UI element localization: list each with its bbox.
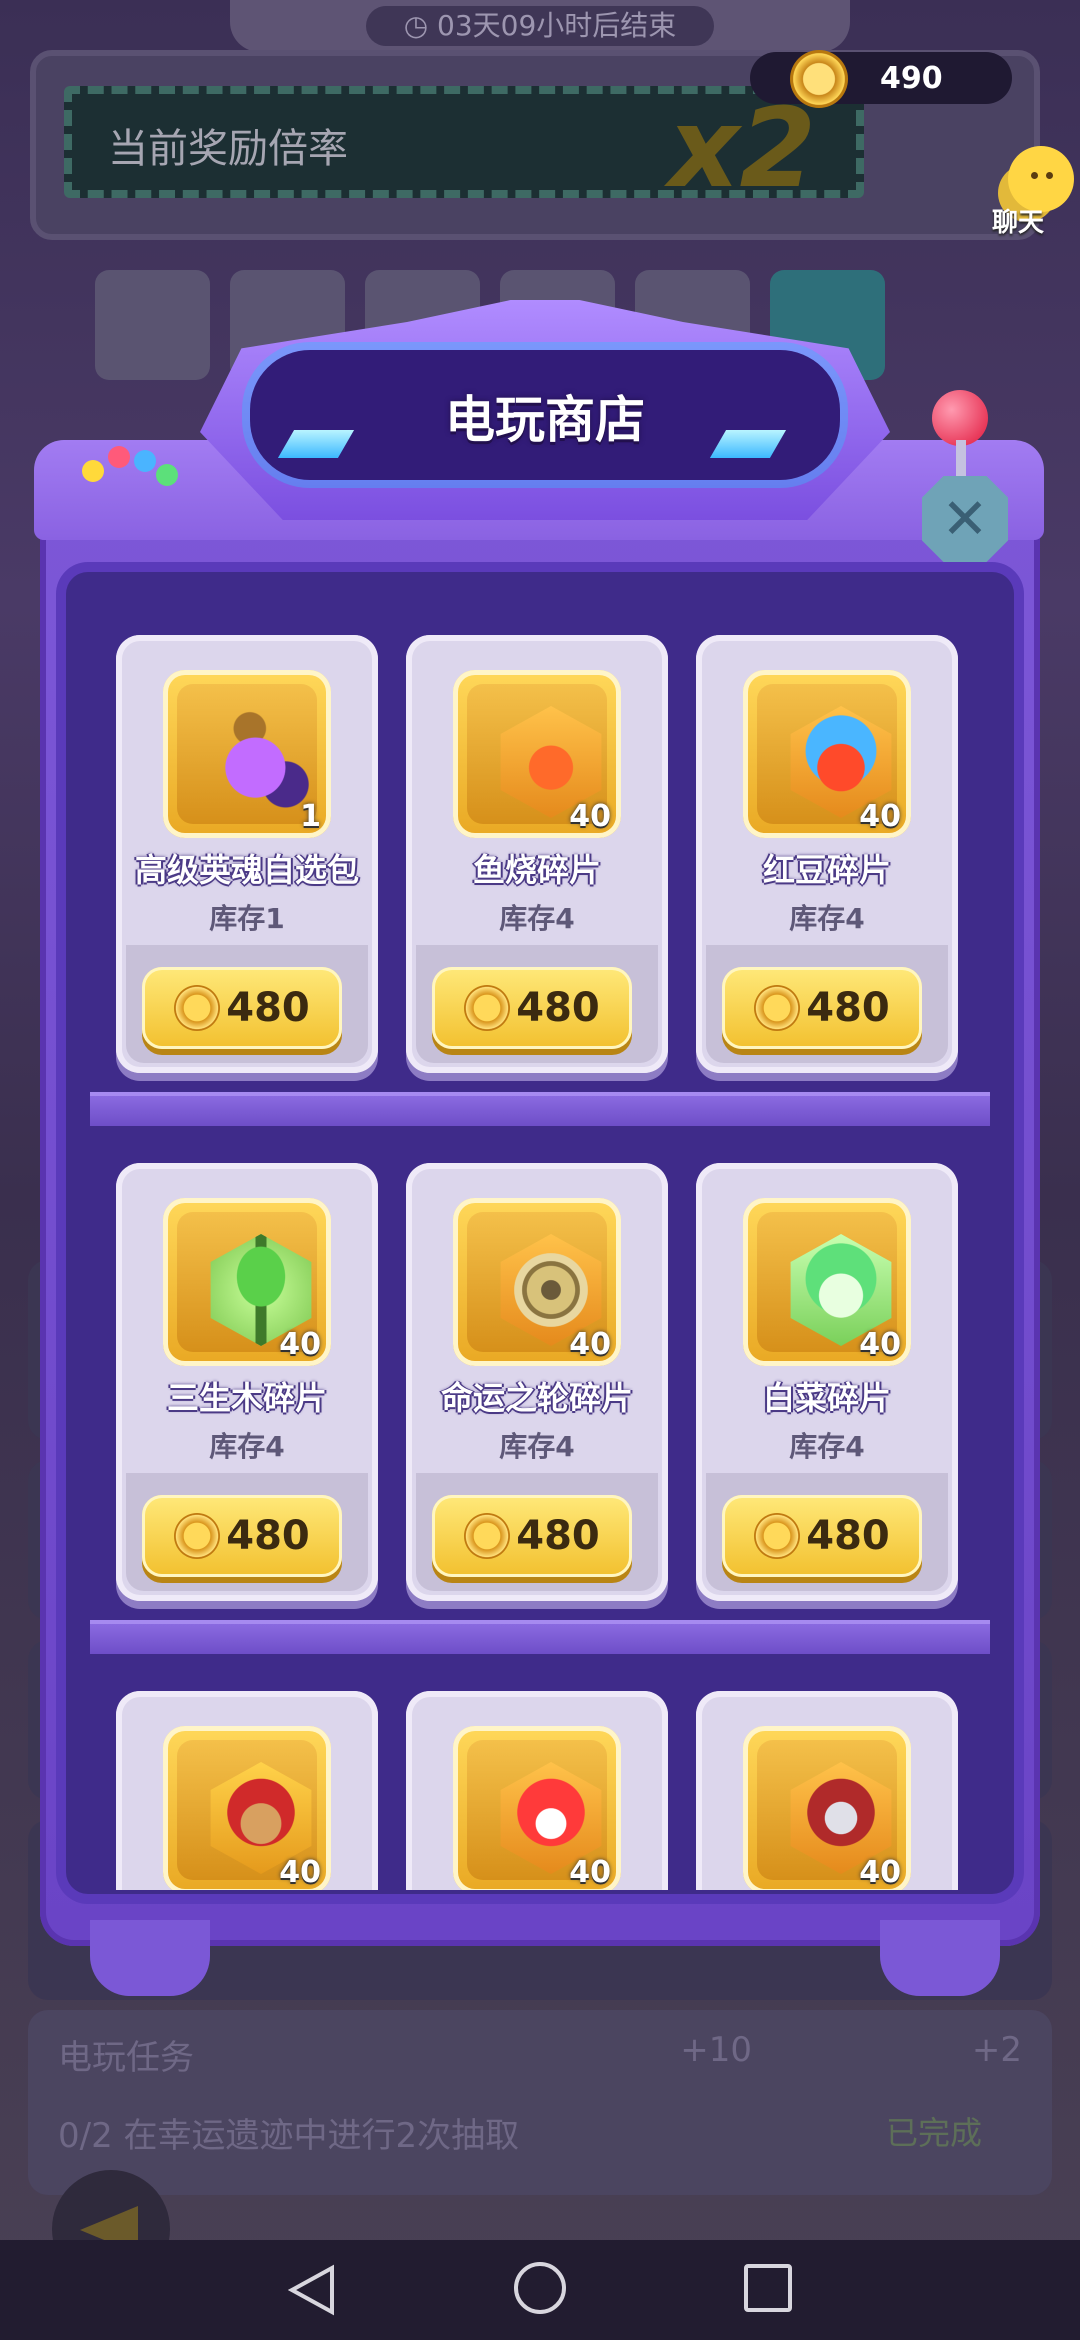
coin-icon [754, 985, 801, 1031]
item-name: 高级英魂自选包 [134, 851, 359, 889]
shop-item-grid[interactable]: 1 高级英魂自选包 库存1 480 40 鱼烧碎片 库存4 480 40 红豆碎片 库存4 480 40… [86, 600, 994, 1890]
item-quantity: 1 [300, 799, 321, 834]
item-icon-frame: 40 [163, 1726, 331, 1890]
rate-label: 当前奖励倍率 [108, 126, 348, 172]
nav-recents-icon[interactable] [744, 2264, 792, 2312]
coin-amount: 490 [880, 61, 943, 96]
close-icon: ✕ [941, 486, 989, 552]
reward-rate-display: 当前奖励倍率 x2 [64, 84, 864, 212]
item-icon-frame: 40 [453, 670, 621, 838]
task-card-arcade: 电玩任务 +10 +2 0/2 在幸运遗迹中进行2次抽取 已完成 [28, 2010, 1052, 2195]
item-quantity: 40 [859, 1855, 901, 1890]
item-price: 480 [226, 985, 310, 1031]
buy-button[interactable]: 480 [432, 967, 632, 1049]
shop-item-card[interactable]: 40 命运之轮碎片库存4 480 [406, 1163, 668, 1601]
shop-item-card[interactable]: 40 [406, 1691, 668, 1890]
item-icon-frame: 40 [453, 1198, 621, 1366]
shelf-divider [90, 1620, 990, 1654]
task-description: 0/2 在幸运遗迹中进行2次抽取 [58, 2116, 520, 2156]
event-countdown: ◷ 03天09小时后结束 [366, 6, 714, 46]
shelf-divider [90, 1092, 990, 1126]
item-icon-frame: 40 [743, 1198, 911, 1366]
shop-item-card[interactable]: 1 高级英魂自选包库存1 480 [116, 635, 378, 1073]
item-icon-frame: 40 [743, 1726, 911, 1890]
shop-item-card[interactable]: 40 [116, 1691, 378, 1890]
item-price: 480 [516, 1513, 600, 1559]
item-stock: 库存1 [209, 902, 285, 935]
item-price: 480 [226, 1513, 310, 1559]
cabinet-leg [90, 1920, 210, 1996]
system-nav-bar [0, 2240, 1080, 2340]
item-price: 480 [806, 985, 890, 1031]
item-icon-frame: 40 [743, 670, 911, 838]
item-stock: 库存4 [499, 902, 575, 935]
item-quantity: 40 [279, 1855, 321, 1890]
close-button[interactable]: ✕ [922, 476, 1008, 562]
item-quantity: 40 [859, 1327, 901, 1362]
buy-button[interactable]: 480 [142, 1495, 342, 1577]
buy-button[interactable]: 480 [432, 1495, 632, 1577]
item-stock: 库存4 [789, 902, 865, 935]
coin-icon [754, 1513, 801, 1559]
item-quantity: 40 [859, 799, 901, 834]
item-stock: 库存4 [499, 1430, 575, 1463]
item-quantity: 40 [279, 1327, 321, 1362]
coin-icon [464, 985, 511, 1031]
item-name: 三生木碎片 [166, 1379, 327, 1417]
buy-button[interactable]: 480 [722, 1495, 922, 1577]
item-price: 480 [516, 985, 600, 1031]
item-icon-frame: 40 [163, 1198, 331, 1366]
item-quantity: 40 [569, 799, 611, 834]
shop-item-card[interactable]: 40 白菜碎片库存4 480 [696, 1163, 958, 1601]
item-stock: 库存4 [789, 1430, 865, 1463]
task-status: 已完成 [885, 2114, 982, 2152]
task-reward-tickets: +2 [971, 2030, 1022, 2070]
shop-item-card[interactable]: 40 鱼烧碎片库存4 480 [406, 635, 668, 1073]
item-icon-frame: 1 [163, 670, 331, 838]
item-stock: 库存4 [209, 1430, 285, 1463]
nav-home-icon[interactable] [514, 2262, 566, 2314]
task-title: 电玩任务 [58, 2038, 194, 2078]
coin-icon [464, 1513, 511, 1559]
coin-balance: 490 [750, 50, 1012, 108]
task-reward-coins: +10 [680, 2030, 752, 2070]
shop-item-card[interactable]: 40 [696, 1691, 958, 1890]
shop-item-card[interactable]: 40 红豆碎片库存4 480 [696, 635, 958, 1073]
item-name: 白菜碎片 [762, 1379, 891, 1417]
buy-button[interactable]: 480 [142, 967, 342, 1049]
shop-item-card[interactable]: 40 三生木碎片库存4 480 [116, 1163, 378, 1601]
item-quantity: 40 [569, 1327, 611, 1362]
coin-icon [174, 985, 221, 1031]
nav-back-icon[interactable] [288, 2264, 336, 2316]
coin-icon [174, 1513, 221, 1559]
item-quantity: 40 [569, 1855, 611, 1890]
item-name: 鱼烧碎片 [472, 851, 601, 889]
item-icon-frame: 40 [453, 1726, 621, 1890]
item-name: 命运之轮碎片 [440, 1379, 633, 1417]
item-name: 红豆碎片 [762, 851, 891, 889]
buy-button[interactable]: 480 [722, 967, 922, 1049]
shop-title: 电玩商店 [445, 391, 645, 449]
coin-icon [790, 50, 848, 108]
chat-button[interactable]: 聊天 [968, 136, 1078, 240]
chat-label: 聊天 [992, 208, 1045, 238]
item-price: 480 [806, 1513, 890, 1559]
cabinet-leg [880, 1920, 1000, 1996]
